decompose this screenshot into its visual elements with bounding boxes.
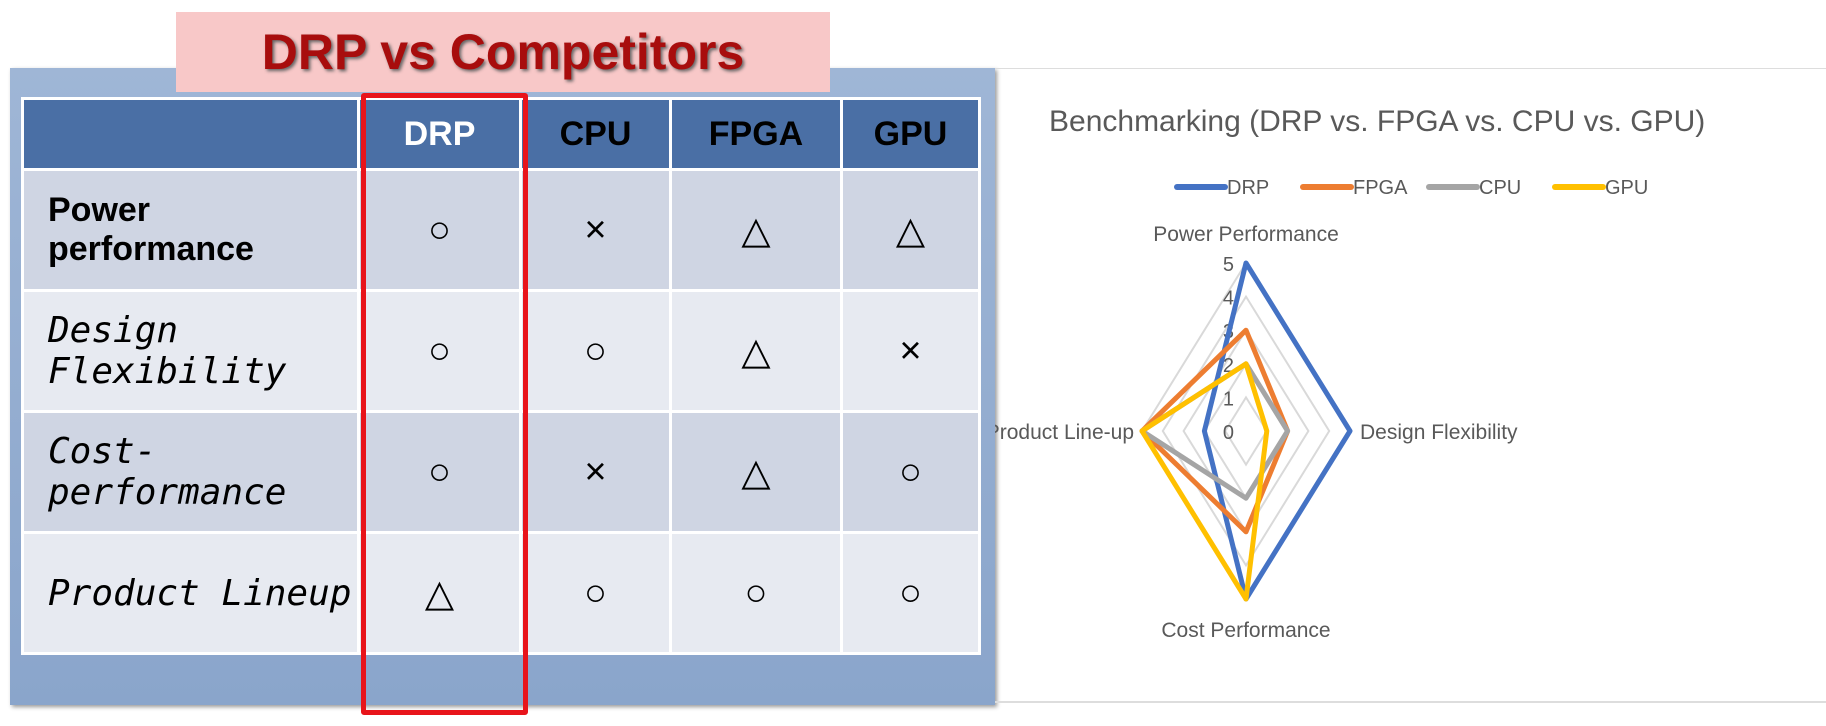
cell: △ [669, 410, 843, 534]
axis-label: Cost Performance [1161, 619, 1330, 642]
header-fpga: FPGA [669, 97, 843, 171]
axis-label: Product Line-up [995, 421, 1134, 444]
row-label: Design Flexibility [21, 289, 360, 413]
row-label: Cost-performance [21, 410, 360, 534]
grid-ring [1140, 261, 1352, 601]
cell: ○ [840, 531, 981, 655]
legend-label-drp: DRP [1227, 177, 1269, 199]
header-blank [21, 97, 360, 171]
tick-label: 0 [1223, 422, 1234, 444]
header-cpu: CPU [519, 97, 672, 171]
cell: △ [669, 168, 843, 292]
cell: ○ [840, 410, 981, 534]
legend-label-cpu: CPU [1479, 177, 1521, 199]
grid-ring [1161, 294, 1331, 568]
axis-label: Power Performance [1153, 223, 1339, 246]
row-label: Product Lineup [21, 531, 360, 655]
slide-title: DRP vs Competitors [176, 12, 830, 92]
cell: × [840, 289, 981, 413]
legend-label-fpga: FPGA [1353, 177, 1408, 199]
cell: ○ [519, 531, 672, 655]
radar-chart-panel: Benchmarking (DRP vs. FPGA vs. CPU vs. G… [986, 68, 1826, 703]
cell: ○ [669, 531, 843, 655]
header-gpu: GPU [840, 97, 981, 171]
chart-title: Benchmarking (DRP vs. FPGA vs. CPU vs. G… [1049, 105, 1705, 138]
cell: × [519, 168, 672, 292]
radar-chart: Benchmarking (DRP vs. FPGA vs. CPU vs. G… [986, 105, 1706, 642]
axis-label: Design Flexibility [1360, 421, 1518, 444]
row-label: Power performance [21, 168, 360, 292]
drp-highlight-box [361, 93, 528, 715]
tick-label: 1 [1223, 388, 1234, 410]
tick-label: 5 [1223, 254, 1234, 276]
legend-label-gpu: GPU [1605, 177, 1648, 199]
cell: ○ [519, 289, 672, 413]
cell: △ [669, 289, 843, 413]
tick-label: 4 [1223, 288, 1234, 310]
cell: × [519, 410, 672, 534]
cell: △ [840, 168, 981, 292]
